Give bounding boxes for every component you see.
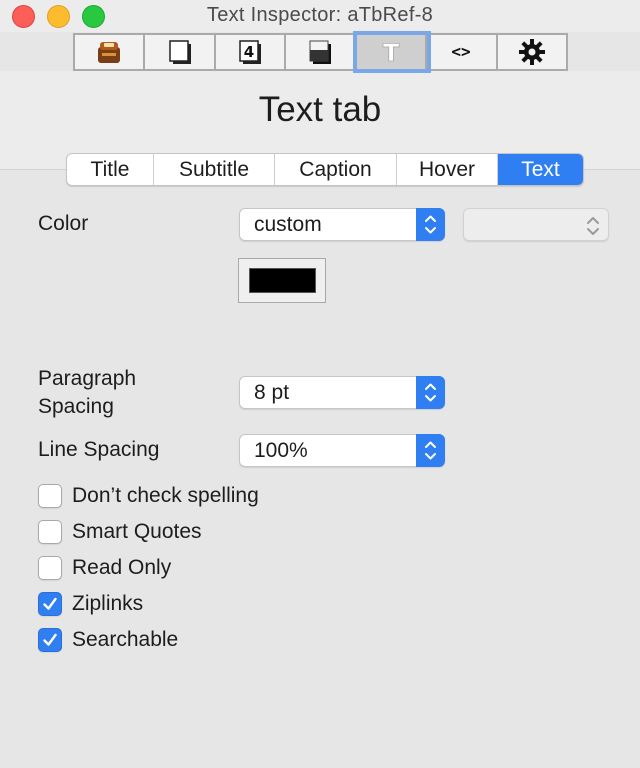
svg-text:4: 4: [244, 43, 254, 61]
color-popup-value: custom: [254, 213, 322, 236]
smart-quotes-label: Smart Quotes: [72, 520, 202, 543]
general-inspector-button[interactable]: [75, 35, 146, 69]
paragraph-spacing-label-line2: Spacing: [38, 395, 114, 418]
tab-caption[interactable]: Caption: [275, 154, 397, 185]
ziplinks-label: Ziplinks: [72, 592, 144, 615]
svg-text:<>: <>: [452, 42, 471, 61]
paragraph-spacing-label: Paragraph Spacing: [38, 365, 136, 421]
action-inspector-button[interactable]: [498, 35, 566, 69]
shadow-inspector-icon: [309, 40, 332, 64]
paragraph-spacing-popup[interactable]: 8 pt: [239, 376, 445, 409]
color-swatch: [249, 268, 316, 293]
text-inspector-icon: T: [382, 39, 400, 66]
checkbox-row-searchable[interactable]: Searchable: [38, 626, 178, 654]
tab-text[interactable]: Text: [498, 154, 583, 185]
general-inspector-icon: [98, 42, 121, 63]
text-tabs: Title Subtitle Caption Hover Text: [66, 153, 584, 186]
inspector-toolbar: 4 T <>: [73, 33, 568, 71]
color-popup[interactable]: custom: [239, 208, 445, 241]
dont-check-spelling-checkbox[interactable]: [38, 484, 62, 508]
checkbox-row-read-only[interactable]: Read Only: [38, 554, 171, 582]
text-inspector-button[interactable]: T: [356, 35, 428, 69]
window-title: Text Inspector: aTbRef-8: [206, 4, 434, 26]
inspector-window: Text Inspector: aTbRef-8 4 T <> Text tab…: [0, 0, 640, 768]
checkbox-row-smart-quotes[interactable]: Smart Quotes: [38, 518, 202, 546]
properties-inspector-button[interactable]: 4: [216, 35, 287, 69]
shadow-inspector-button[interactable]: [286, 35, 357, 69]
chevron-updown-icon: [425, 215, 436, 234]
chevron-updown-icon: [425, 383, 436, 402]
searchable-checkbox[interactable]: [38, 628, 62, 652]
page-title: Text tab: [258, 90, 382, 129]
tab-subtitle[interactable]: Subtitle: [154, 154, 275, 185]
color-swatch-well[interactable]: [238, 258, 326, 303]
searchable-label: Searchable: [72, 628, 179, 651]
checkmark-icon: [43, 597, 57, 610]
read-only-label: Read Only: [72, 556, 172, 579]
line-spacing-stepper: [416, 434, 445, 467]
paragraph-spacing-stepper: [416, 376, 445, 409]
appearance-inspector-icon: [168, 40, 191, 64]
tab-hover[interactable]: Hover: [397, 154, 498, 185]
checkbox-row-spelling[interactable]: Don’t check spelling: [38, 482, 259, 510]
smart-quotes-checkbox[interactable]: [38, 520, 62, 544]
read-only-checkbox[interactable]: [38, 556, 62, 580]
checkbox-row-ziplinks[interactable]: Ziplinks: [38, 590, 143, 618]
checkmark-icon: [43, 633, 57, 646]
line-spacing-label: Line Spacing: [38, 438, 160, 461]
svg-text:T: T: [383, 39, 400, 66]
color-secondary-popup[interactable]: [463, 208, 609, 241]
color-popup-stepper: [416, 208, 445, 241]
paragraph-spacing-value: 8 pt: [254, 381, 290, 404]
ziplinks-checkbox[interactable]: [38, 592, 62, 616]
tab-title[interactable]: Title: [67, 154, 154, 185]
properties-inspector-icon: 4: [239, 40, 262, 64]
line-spacing-popup[interactable]: 100%: [239, 434, 445, 467]
line-spacing-value: 100%: [254, 439, 308, 462]
dont-check-spelling-label: Don’t check spelling: [72, 484, 259, 507]
chevron-updown-icon: [425, 441, 436, 460]
appearance-inspector-button[interactable]: [145, 35, 216, 69]
color-label: Color: [38, 212, 89, 235]
paragraph-spacing-label-line1: Paragraph: [38, 367, 137, 390]
title-bar[interactable]: Text Inspector: aTbRef-8: [0, 0, 640, 32]
chevron-updown-icon: [587, 217, 599, 235]
gear-icon: [518, 39, 545, 65]
code-inspector-button[interactable]: <>: [427, 35, 498, 69]
code-inspector-icon: <>: [452, 42, 471, 61]
